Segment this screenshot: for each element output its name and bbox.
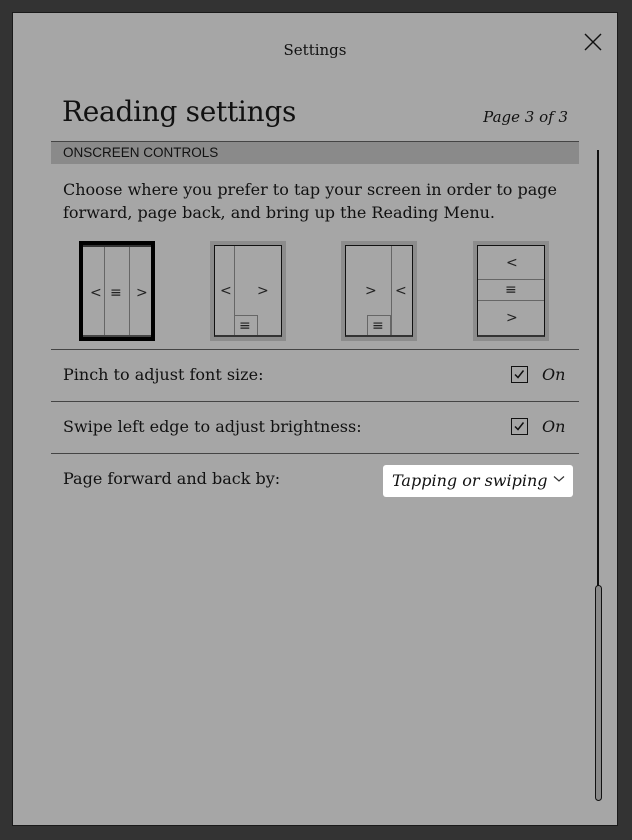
close-button[interactable] bbox=[583, 32, 603, 52]
checkmark-icon bbox=[514, 370, 525, 379]
swipe-brightness-checkbox[interactable] bbox=[511, 418, 528, 435]
chevron-right-icon: > bbox=[506, 310, 518, 326]
page-indicator: Page 3 of 3 bbox=[483, 108, 568, 126]
setting-label: Swipe left edge to adjust brightness: bbox=[63, 417, 362, 436]
chevron-right-icon: > bbox=[257, 283, 269, 299]
setting-row-pinch-font-size: Pinch to adjust font size: On bbox=[51, 349, 579, 401]
zone-divider bbox=[391, 246, 392, 335]
chevron-right-icon: > bbox=[365, 283, 377, 299]
settings-dialog: Settings Reading settings Page 3 of 3 ON… bbox=[12, 12, 618, 826]
dropdown-value: Tapping or swiping bbox=[392, 471, 548, 490]
zone-divider bbox=[478, 279, 544, 280]
setting-state: On bbox=[542, 365, 566, 384]
scrollbar-track[interactable] bbox=[597, 150, 599, 586]
setting-label: Pinch to adjust font size: bbox=[63, 365, 264, 384]
zone-divider bbox=[104, 247, 105, 335]
tap-layout-three-rows[interactable]: < ≡ > bbox=[473, 241, 549, 341]
chevron-down-icon bbox=[553, 476, 565, 482]
menu-zone: ≡ bbox=[367, 315, 391, 335]
tap-layout-three-columns[interactable]: < ≡ > bbox=[79, 241, 155, 341]
chevron-left-icon: < bbox=[220, 283, 232, 299]
zone-divider bbox=[478, 300, 544, 301]
checkmark-icon bbox=[514, 422, 525, 431]
setting-label: Page forward and back by: bbox=[63, 469, 281, 488]
chevron-right-icon: > bbox=[136, 285, 148, 301]
menu-zone: ≡ bbox=[234, 315, 258, 335]
close-icon bbox=[584, 33, 602, 51]
menu-icon: ≡ bbox=[372, 318, 384, 334]
pinch-font-size-checkbox[interactable] bbox=[511, 366, 528, 383]
section-header: ONSCREEN CONTROLS bbox=[51, 141, 579, 164]
setting-row-page-turn-method: Page forward and back by: Tapping or swi… bbox=[51, 453, 579, 505]
page-title: Reading settings bbox=[62, 95, 297, 128]
menu-icon: ≡ bbox=[239, 318, 251, 334]
section-description: Choose where you prefer to tap your scre… bbox=[63, 180, 557, 222]
chevron-left-icon: < bbox=[395, 283, 407, 299]
menu-icon: ≡ bbox=[110, 285, 122, 301]
tap-layout-left-back[interactable]: < > ≡ bbox=[210, 241, 286, 341]
tap-layout-left-forward[interactable]: > < ≡ bbox=[341, 241, 417, 341]
chevron-left-icon: < bbox=[506, 255, 518, 271]
dialog-title: Settings bbox=[283, 41, 347, 59]
menu-icon: ≡ bbox=[505, 282, 517, 298]
chevron-left-icon: < bbox=[90, 285, 102, 301]
scrollbar-thumb[interactable] bbox=[595, 585, 602, 801]
zone-divider bbox=[129, 247, 130, 335]
section-title: ONSCREEN CONTROLS bbox=[63, 145, 219, 160]
setting-row-swipe-brightness: Swipe left edge to adjust brightness: On bbox=[51, 401, 579, 453]
page-turn-method-dropdown[interactable]: Tapping or swiping bbox=[383, 465, 573, 497]
setting-state: On bbox=[542, 417, 566, 436]
